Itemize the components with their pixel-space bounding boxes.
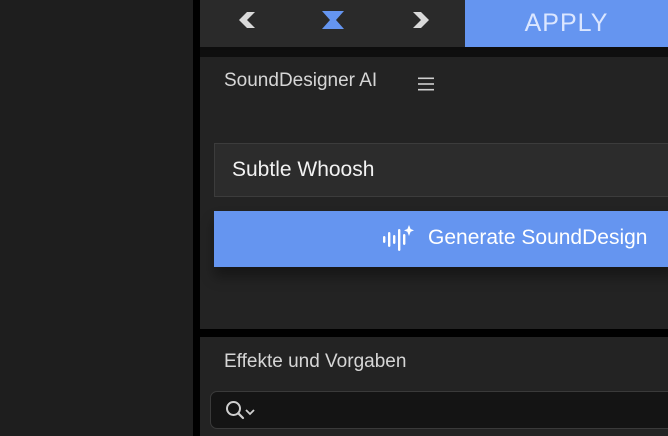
timeline-marker-button[interactable]: [315, 4, 351, 36]
vertical-divider[interactable]: [193, 0, 200, 436]
hamburger-menu-icon[interactable]: [417, 76, 435, 92]
generate-sounddesign-button[interactable]: Generate SoundDesign: [214, 211, 668, 267]
panel-title: SoundDesigner AI: [224, 70, 378, 91]
panel-gap: [200, 50, 668, 57]
left-pane: [0, 0, 193, 436]
chevron-right-icon: [413, 12, 429, 28]
search-icon[interactable]: [225, 400, 257, 422]
chevron-left-double-icon: [239, 12, 255, 28]
next-button[interactable]: [403, 4, 439, 36]
apply-button[interactable]: APPLY: [465, 0, 668, 47]
previous-button[interactable]: [228, 4, 264, 36]
generate-button-label: Generate SoundDesign: [428, 226, 648, 249]
ai-waveform-sparkle-icon: [383, 225, 414, 251]
effects-panel-title: Effekte und Vorgaben: [224, 351, 407, 372]
preset-name-field[interactable]: Subtle Whoosh: [214, 143, 668, 197]
horizontal-divider[interactable]: [200, 329, 668, 337]
effects-search-input[interactable]: [210, 391, 668, 429]
hourglass-icon: [322, 11, 344, 29]
